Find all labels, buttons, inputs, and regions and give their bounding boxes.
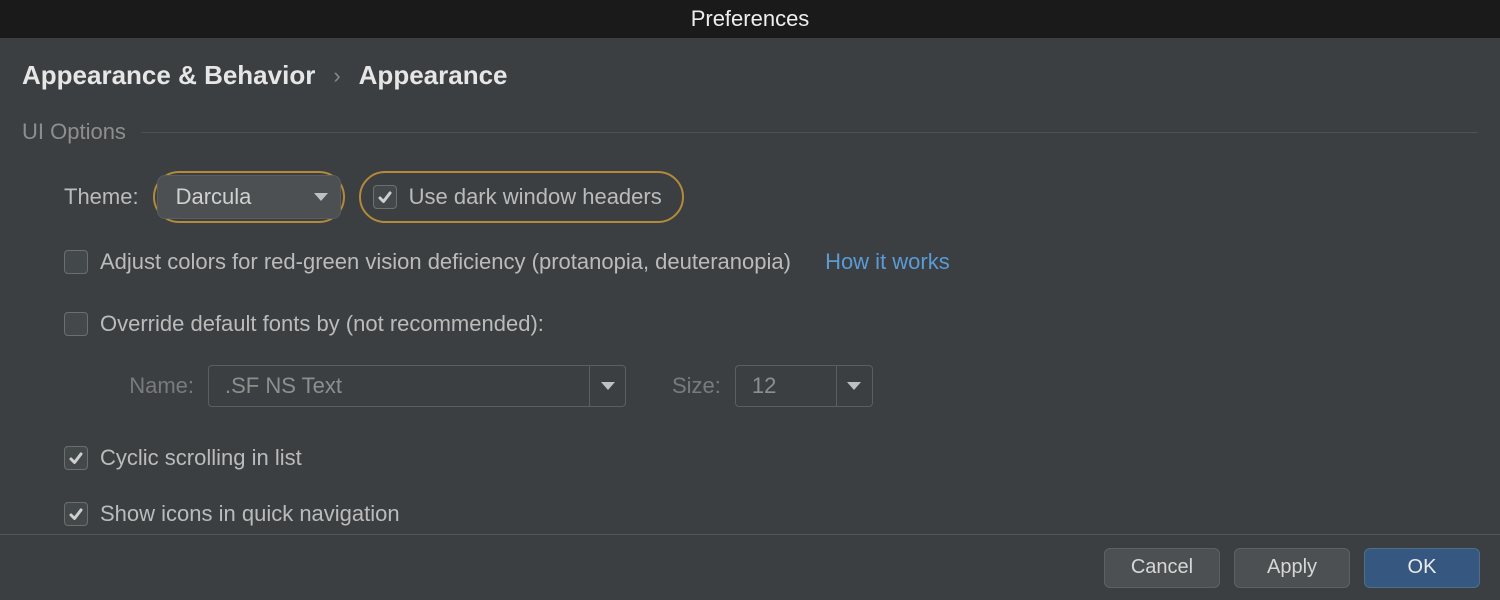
breadcrumb-root[interactable]: Appearance & Behavior — [22, 60, 315, 91]
checkbox-icon — [373, 185, 397, 209]
how-it-works-link[interactable]: How it works — [825, 249, 950, 275]
font-size-select[interactable]: 12 — [735, 365, 873, 407]
dialog-footer: Cancel Apply OK — [0, 534, 1500, 600]
override-fonts-label: Override default fonts by (not recommend… — [100, 311, 544, 337]
theme-row: Theme: Darcula Use dark window headers — [64, 171, 1478, 223]
dark-headers-label: Use dark window headers — [409, 184, 662, 210]
adjust-colors-checkbox[interactable]: Adjust colors for red-green vision defic… — [64, 249, 791, 275]
theme-label: Theme: — [64, 184, 139, 210]
font-name-value: .SF NS Text — [209, 373, 589, 399]
section-title-text: UI Options — [22, 119, 126, 145]
override-fonts-checkbox[interactable]: Override default fonts by (not recommend… — [64, 311, 544, 337]
show-icons-quicknav-checkbox[interactable]: Show icons in quick navigation — [64, 501, 400, 527]
chevron-right-icon: › — [333, 63, 340, 89]
checkbox-icon — [64, 446, 88, 470]
font-row: Name: .SF NS Text Size: 12 — [104, 363, 1478, 409]
font-size-label: Size: — [672, 373, 721, 399]
cancel-button[interactable]: Cancel — [1104, 548, 1220, 588]
highlight-ring: Darcula — [153, 171, 345, 223]
apply-button[interactable]: Apply — [1234, 548, 1350, 588]
window-title: Preferences — [691, 6, 810, 32]
section-divider — [142, 132, 1478, 133]
ok-button[interactable]: OK — [1364, 548, 1480, 588]
theme-select[interactable]: Darcula — [157, 175, 341, 219]
chevron-down-icon — [314, 193, 328, 201]
highlight-ring: Use dark window headers — [359, 171, 684, 223]
cyclic-scrolling-label: Cyclic scrolling in list — [100, 445, 302, 471]
adjust-colors-label: Adjust colors for red-green vision defic… — [100, 249, 791, 275]
cyclic-scrolling-checkbox[interactable]: Cyclic scrolling in list — [64, 445, 302, 471]
dropdown-button[interactable] — [589, 366, 625, 406]
font-size-value: 12 — [736, 373, 836, 399]
ui-options-body: Theme: Darcula Use dark window headers — [22, 171, 1478, 537]
theme-value: Darcula — [176, 184, 252, 210]
checkbox-icon — [64, 312, 88, 336]
ui-options-section-header: UI Options — [22, 119, 1478, 145]
preferences-content: Appearance & Behavior › Appearance UI Op… — [0, 38, 1500, 537]
cyclic-scrolling-row: Cyclic scrolling in list — [64, 435, 1478, 481]
breadcrumb: Appearance & Behavior › Appearance — [22, 60, 1478, 91]
checkbox-icon — [64, 502, 88, 526]
chevron-down-icon — [601, 382, 615, 390]
show-icons-quicknav-row: Show icons in quick navigation — [64, 491, 1478, 537]
override-fonts-row: Override default fonts by (not recommend… — [64, 301, 1478, 347]
show-icons-quicknav-label: Show icons in quick navigation — [100, 501, 400, 527]
checkbox-icon — [64, 250, 88, 274]
window-titlebar: Preferences — [0, 0, 1500, 38]
dropdown-button[interactable] — [836, 366, 872, 406]
dark-headers-checkbox[interactable]: Use dark window headers — [363, 175, 680, 219]
chevron-down-icon — [847, 382, 861, 390]
font-name-label: Name: — [104, 373, 194, 399]
breadcrumb-leaf: Appearance — [359, 60, 508, 91]
font-name-select[interactable]: .SF NS Text — [208, 365, 626, 407]
adjust-colors-row: Adjust colors for red-green vision defic… — [64, 239, 1478, 285]
